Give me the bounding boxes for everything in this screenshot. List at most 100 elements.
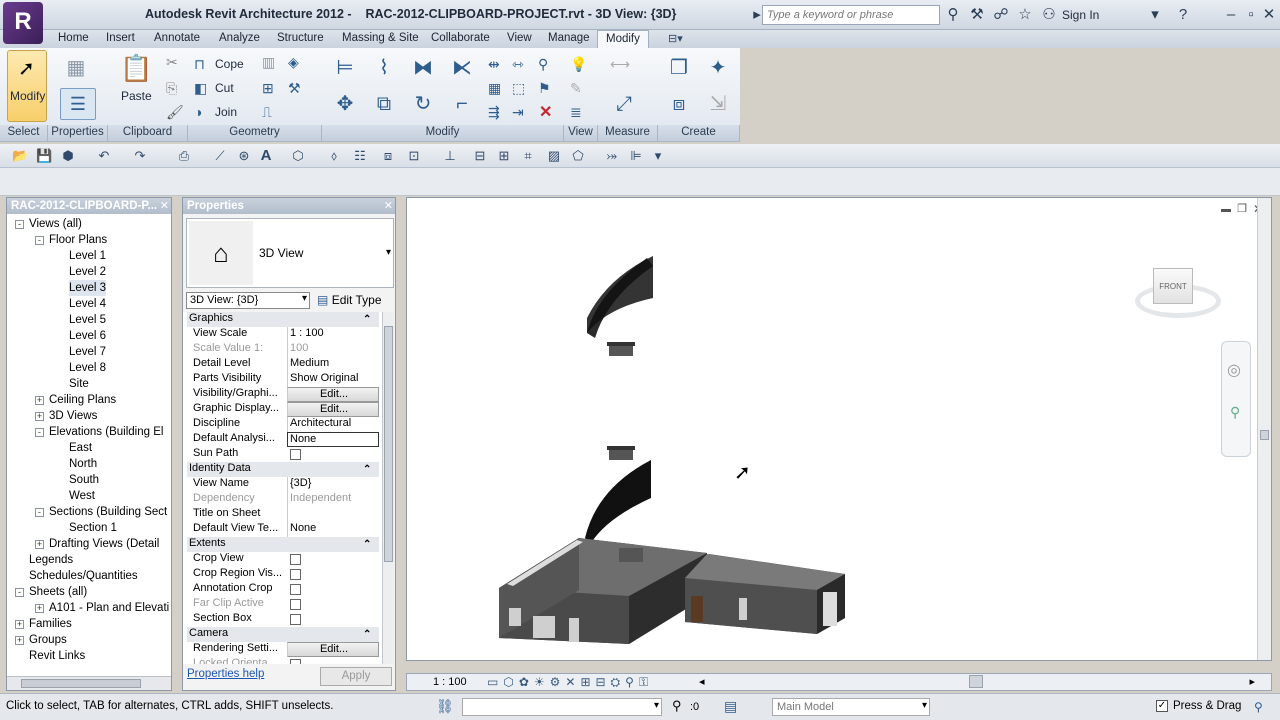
save-icon[interactable]: 💾 <box>36 148 52 164</box>
split-element-icon[interactable]: ⇹ <box>488 56 500 73</box>
paste-icon[interactable]: 📋 <box>120 54 152 82</box>
scroll-left-icon[interactable]: ◂ <box>699 675 705 688</box>
panel-select[interactable]: Select <box>0 125 48 141</box>
property-row[interactable]: Default View Te... None <box>187 522 379 537</box>
cut-button[interactable]: Cut <box>215 81 234 95</box>
type-selector[interactable]: ⌂ 3D View ▾ <box>186 218 394 288</box>
array-icon[interactable]: ▦ <box>488 80 501 97</box>
worksets-icon[interactable]: ⛓ <box>436 698 454 715</box>
property-row[interactable]: Section Box <box>187 612 379 627</box>
expand-icon[interactable]: + <box>35 396 44 405</box>
collapse-icon[interactable]: - <box>35 236 44 245</box>
browser-item[interactable]: Drafting Views (Detail <box>49 536 159 552</box>
split-gap-icon[interactable]: ⇿ <box>512 56 524 73</box>
browser-item[interactable]: Level 6 <box>69 328 106 344</box>
property-checkbox[interactable] <box>290 659 301 664</box>
browser-item[interactable]: Site <box>69 376 89 392</box>
property-value[interactable]: Architectural <box>287 417 379 432</box>
create-group-icon[interactable]: ⧈ <box>665 90 693 118</box>
application-menu-button[interactable]: R <box>3 2 43 44</box>
property-value[interactable]: None <box>287 522 379 537</box>
browser-item[interactable]: Level 7 <box>69 344 106 360</box>
tab-home[interactable]: Home <box>50 30 97 48</box>
collapse-icon[interactable]: - <box>15 588 24 597</box>
aligned-dimension-icon[interactable]: ⟷ <box>610 56 630 73</box>
property-row[interactable]: Default Analysi... None <box>187 432 379 447</box>
collapse-icon[interactable]: ⌃ <box>363 629 371 640</box>
browser-item[interactable]: Views (all) <box>29 216 82 232</box>
close-icon[interactable]: ✕ <box>160 199 169 212</box>
property-value[interactable]: {3D} <box>287 477 379 492</box>
wall-joins-icon[interactable]: ⊞ <box>262 80 274 97</box>
default-3d-icon[interactable]: ⬡ <box>290 148 306 164</box>
browser-item[interactable]: 3D Views <box>49 408 97 424</box>
panel-view[interactable]: View <box>564 125 598 141</box>
property-value[interactable]: None <box>287 432 379 447</box>
property-row[interactable]: Graphic Display... Edit... <box>187 402 379 417</box>
move-icon[interactable]: ✥ <box>331 90 359 118</box>
open-icon[interactable]: 📂 <box>12 148 28 164</box>
copy-icon[interactable]: ⧉ <box>370 90 398 118</box>
tab-massing-site[interactable]: Massing & Site <box>334 30 427 48</box>
property-row[interactable]: Far Clip Active <box>187 597 379 612</box>
property-row[interactable]: View Scale 1 : 100 <box>187 327 379 342</box>
scale-icon[interactable]: ⬚ <box>512 80 525 97</box>
property-value[interactable] <box>287 507 379 522</box>
filter-selection-icon[interactable]: ⚲ <box>1254 700 1263 714</box>
search-input[interactable]: Type a keyword or phrase <box>762 5 940 25</box>
browser-item[interactable]: Level 4 <box>69 296 106 312</box>
property-value[interactable]: 1 : 100 <box>287 327 379 342</box>
workplane-icon[interactable]: ▨ <box>546 148 562 164</box>
property-row[interactable]: Parts Visibility Show Original <box>187 372 379 387</box>
chevron-down-icon[interactable]: ▾ <box>386 247 391 258</box>
tab-view[interactable]: View <box>499 30 540 48</box>
browser-item[interactable]: Elevations (Building El <box>49 424 163 440</box>
expand-icon[interactable]: + <box>15 636 24 645</box>
rotate-icon[interactable]: ↻ <box>409 90 437 118</box>
align-dim-icon[interactable]: ⊫ <box>628 148 644 164</box>
property-row[interactable]: Dependency Independent <box>187 492 379 507</box>
match-properties-icon[interactable]: 🖌 <box>166 104 184 121</box>
browser-item[interactable]: Ceiling Plans <box>49 392 116 408</box>
horizontal-scrollbar[interactable] <box>7 676 171 690</box>
ribbon-minimize-icon[interactable]: ⊟▾ <box>668 32 683 45</box>
trim-extend-icon[interactable]: ⌐ <box>448 90 476 118</box>
qat-dropdown-icon[interactable]: ▾ <box>650 148 666 164</box>
measure-icon[interactable]: ⤢ <box>610 90 638 118</box>
view-instance-dropdown[interactable]: 3D View: {3D} ▾ <box>186 292 310 309</box>
property-row[interactable]: View Name {3D} <box>187 477 379 492</box>
tab-modify[interactable]: Modify <box>597 30 649 48</box>
collapse-icon[interactable]: ⌃ <box>363 539 371 550</box>
property-value[interactable]: Show Original <box>287 372 379 387</box>
browser-item[interactable]: East <box>69 440 92 456</box>
minimize-icon[interactable]: – <box>1222 6 1240 24</box>
property-checkbox[interactable] <box>290 449 301 460</box>
trim-single-icon[interactable]: ⇥ <box>512 104 524 121</box>
property-row[interactable]: Title on Sheet <box>187 507 379 522</box>
unpin-icon[interactable]: ⚲ <box>538 56 548 73</box>
3d-view-canvas[interactable]: ▬ ❐ ✕ <box>406 197 1272 661</box>
browser-item[interactable]: West <box>69 488 95 504</box>
browser-item[interactable]: Level 3 <box>69 280 107 296</box>
subscription-icon[interactable]: ⚒ <box>968 6 986 24</box>
expand-icon[interactable]: + <box>35 540 44 549</box>
properties-help-link[interactable]: Properties help <box>187 668 264 680</box>
override-graphics-icon[interactable]: ≣ <box>570 104 582 121</box>
property-group-header[interactable]: Extents <box>187 537 379 552</box>
vertical-scrollbar[interactable] <box>382 312 394 664</box>
redo-icon[interactable]: ↷ <box>132 148 148 164</box>
property-checkbox[interactable] <box>290 584 301 595</box>
offset-icon[interactable]: ⌇ <box>370 54 398 82</box>
join-button[interactable]: Join <box>215 105 237 119</box>
property-row[interactable]: Locked Orienta... <box>187 657 379 664</box>
section-icon[interactable]: ⬨ <box>326 148 342 164</box>
level-icon[interactable]: ⊥ <box>442 148 458 164</box>
close-icon[interactable]: ✕ <box>384 199 393 212</box>
property-row[interactable]: Sun Path <box>187 447 379 462</box>
close-hidden-icon[interactable]: ⧈ <box>380 148 396 164</box>
property-value[interactable]: Medium <box>287 357 379 372</box>
collapse-icon[interactable]: - <box>15 220 24 229</box>
undo-icon[interactable]: ↶ <box>96 148 112 164</box>
chevron-down-icon[interactable]: ▾ <box>1146 6 1164 24</box>
trim-multiple-icon[interactable]: ⇶ <box>488 104 500 121</box>
